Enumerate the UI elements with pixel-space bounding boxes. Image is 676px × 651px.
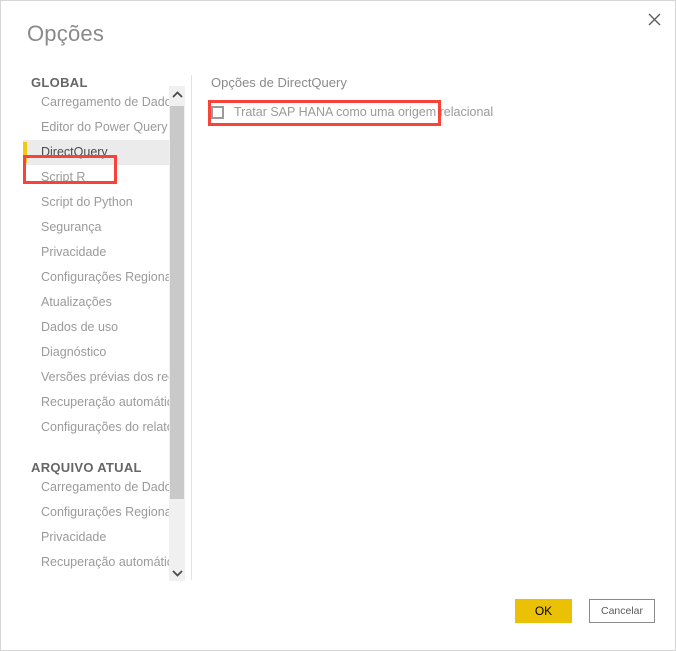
sidebar-item-directquery[interactable]: DirectQuery <box>23 140 169 165</box>
dialog-title: Opções <box>27 21 105 46</box>
treat-sap-hana-checkbox[interactable] <box>211 105 224 119</box>
sidebar-item-dados-de-uso[interactable]: Dados de uso <box>23 315 169 340</box>
sidebar-item-recuperacao-automatica[interactable]: Recuperação automática <box>23 550 169 575</box>
sidebar-item-diagnostico[interactable]: Diagnóstico <box>23 340 169 365</box>
nav-group-spacer <box>23 440 169 460</box>
sidebar-item-privacidade[interactable]: Privacidade <box>23 525 169 550</box>
sidebar-item-recuperacao-automatica[interactable]: Recuperação automática <box>23 390 169 415</box>
close-button[interactable] <box>636 3 672 35</box>
close-icon <box>648 13 661 26</box>
treat-sap-hana-as-relational-source-row[interactable]: Tratar SAP HANA como uma origem relacion… <box>211 102 655 122</box>
cancel-button[interactable]: Cancelar <box>589 599 655 623</box>
sidebar-item-script-r[interactable]: Script R <box>23 165 169 190</box>
content-panel: Opções de DirectQuery Tratar SAP HANA co… <box>211 75 655 122</box>
sidebar-nav: GLOBAL Carregamento de Dados Editor do Pow… <box>23 75 169 581</box>
content-divider <box>191 75 192 580</box>
sidebar-item-atualizacoes[interactable]: Atualizações <box>23 290 169 315</box>
options-dialog: Opções GLOBAL Carregamento de Dados Editor… <box>0 0 676 651</box>
nav-group-title: ARQUIVO ATUAL <box>31 460 142 475</box>
sidebar-item-versoes-previas-dos-recursos[interactable]: Versões prévias dos recursos <box>23 365 169 390</box>
treat-sap-hana-checkbox-label: Tratar SAP HANA como uma origem relacion… <box>234 105 494 119</box>
sidebar-item-configuracoes-regionais[interactable]: Configurações Regionais <box>23 500 169 525</box>
chevron-down-icon <box>171 564 183 582</box>
sidebar-item-privacidade[interactable]: Privacidade <box>23 240 169 265</box>
sidebar-item-script-do-python[interactable]: Script do Python <box>23 190 169 215</box>
nav-group-title: GLOBAL <box>31 75 88 90</box>
sidebar-item-carregamento-de-dados[interactable]: Carregamento de Dados <box>23 90 169 115</box>
sidebar-item-configuracoes-regionais[interactable]: Configurações Regionais <box>23 265 169 290</box>
section-heading: Opções de DirectQuery <box>211 75 347 90</box>
sidebar-item-carregamento-de-dados[interactable]: Carregamento de Dados <box>23 475 169 500</box>
sidebar-item-configuracoes-do-relatorio[interactable]: Configurações do relatório <box>23 415 169 440</box>
ok-button[interactable]: OK <box>515 599 572 623</box>
scroll-down-arrow-button[interactable] <box>169 564 185 581</box>
sidebar-item-seguranca[interactable]: Segurança <box>23 215 169 240</box>
sidebar-item-editor-do-power-query[interactable]: Editor do Power Query <box>23 115 169 140</box>
dialog-footer: OK Cancelar <box>515 599 655 623</box>
chevron-up-icon <box>171 86 183 104</box>
scrollbar-thumb[interactable] <box>170 106 184 499</box>
scroll-up-arrow-button[interactable] <box>169 86 185 103</box>
sidebar-scrollbar[interactable] <box>169 86 185 581</box>
